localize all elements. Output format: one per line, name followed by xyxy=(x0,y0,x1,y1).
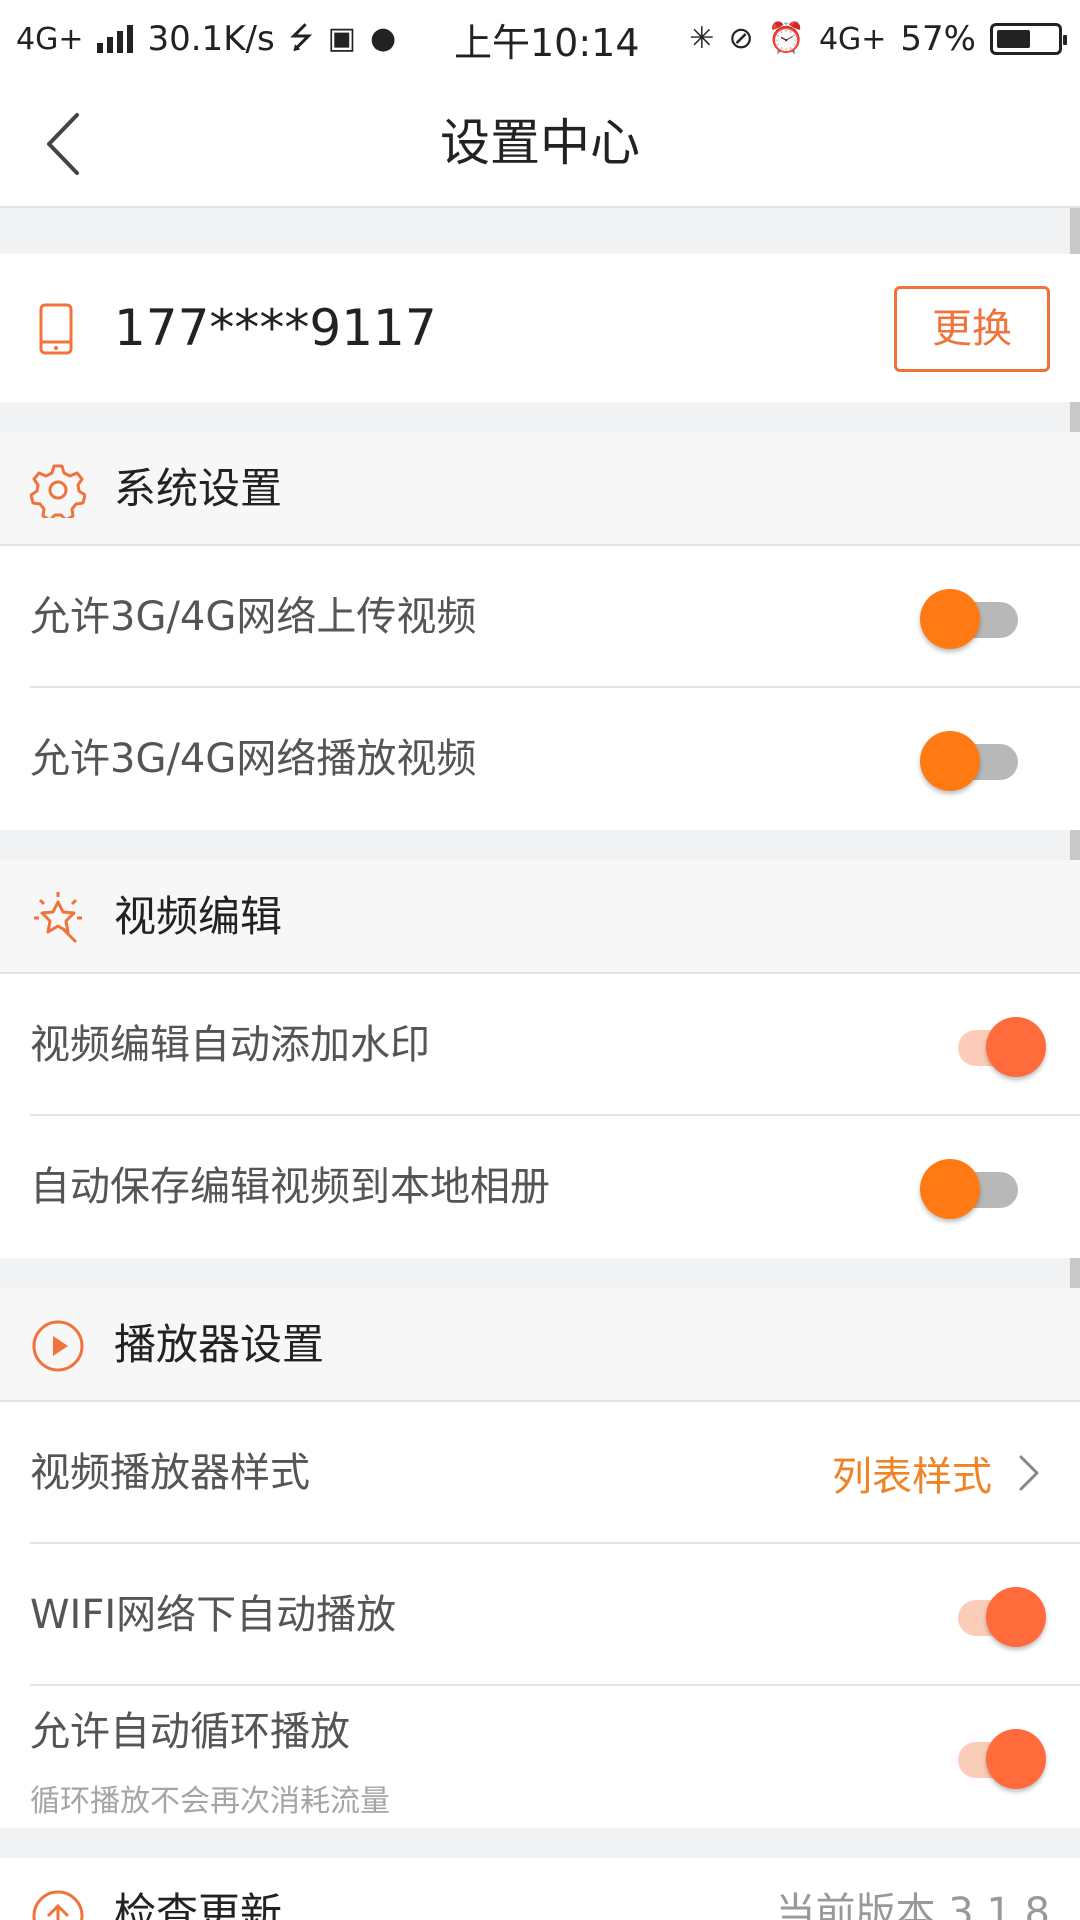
section-title: 播放器设置 xyxy=(114,1320,325,1369)
usb-icon: ⭍ xyxy=(288,21,314,56)
player-style-current: 列表样式 xyxy=(832,1454,992,1500)
network-type-2: 4G+ xyxy=(818,21,887,57)
section-system-settings: 系统设置 xyxy=(0,432,1080,546)
gear-icon xyxy=(30,464,86,518)
setting-label: 视频播放器样式 xyxy=(30,1450,310,1496)
alarm-icon: ⏰ xyxy=(767,21,805,56)
section-title: 检查更新 xyxy=(114,1889,283,1920)
change-phone-button[interactable]: 更换 xyxy=(894,286,1050,372)
nav-bar: 设置中心 xyxy=(0,78,1080,208)
wechat-icon: ● xyxy=(370,21,397,56)
signal-icon xyxy=(97,25,134,53)
setting-row: 视频编辑自动添加水印 xyxy=(0,974,1080,1116)
setting-label: 允许3G/4G网络上传视频 xyxy=(30,594,477,640)
battery-icon xyxy=(990,23,1067,55)
status-left: 4G+ 30.1K/s ⭍ ▣ ● xyxy=(16,0,396,78)
play-4g-toggle[interactable] xyxy=(920,728,1020,791)
network-speed: 30.1K/s xyxy=(147,19,275,59)
check-update-row[interactable]: 检查更新 当前版本 3.1.8 xyxy=(0,1858,1080,1920)
network-type: 4G+ xyxy=(16,21,84,57)
loop-play-toggle[interactable] xyxy=(944,1726,1046,1789)
phone-number: 177****9117 xyxy=(114,299,437,357)
upload-arrow-icon xyxy=(32,1890,84,1920)
magic-wand-icon xyxy=(34,892,82,944)
setting-row: 自动保存编辑视频到本地相册 xyxy=(0,1116,1080,1258)
phone-icon xyxy=(39,303,73,355)
setting-row: 允许3G/4G网络播放视频 xyxy=(0,688,1080,830)
player-style-row[interactable]: 视频播放器样式 列表样式 xyxy=(0,1402,1080,1544)
usb-debug-icon: ▣ xyxy=(327,21,357,56)
battery-percent: 57% xyxy=(900,19,976,59)
section-player-settings: 播放器设置 xyxy=(0,1288,1080,1402)
section-title: 视频编辑 xyxy=(114,892,283,941)
page-title: 设置中心 xyxy=(440,114,640,172)
wifi-autoplay-toggle[interactable] xyxy=(944,1584,1046,1647)
status-time: 上午10:14 xyxy=(454,20,640,65)
section-title: 系统设置 xyxy=(114,464,283,513)
setting-label: 允许自动循环播放 xyxy=(30,1709,350,1755)
watermark-toggle[interactable] xyxy=(944,1014,1046,1077)
mute-icon: ⊘ xyxy=(728,21,754,56)
setting-label: 允许3G/4G网络播放视频 xyxy=(30,736,477,782)
chevron-right-icon xyxy=(1019,1455,1039,1491)
status-bar: 4G+ 30.1K/s ⭍ ▣ ● 上午10:14 ✳ ⊘ ⏰ 4G+ 57% xyxy=(0,0,1080,78)
section-video-edit: 视频编辑 xyxy=(0,860,1080,974)
current-version: 当前版本 3.1.8 xyxy=(775,1890,1051,1920)
upload-4g-toggle[interactable] xyxy=(920,586,1020,649)
setting-label: 视频编辑自动添加水印 xyxy=(30,1022,430,1068)
setting-row: WIFI网络下自动播放 xyxy=(0,1544,1080,1686)
save-to-album-toggle[interactable] xyxy=(920,1156,1020,1219)
setting-row: 允许自动循环播放 循环播放不会再次消耗流量 xyxy=(0,1686,1080,1828)
status-right: ✳ ⊘ ⏰ 4G+ 57% xyxy=(689,0,1067,78)
setting-label: 自动保存编辑视频到本地相册 xyxy=(30,1164,550,1210)
setting-label: WIFI网络下自动播放 xyxy=(30,1592,397,1638)
player-style-value[interactable]: 列表样式 xyxy=(832,1402,1040,1544)
setting-row: 允许3G/4G网络上传视频 xyxy=(0,546,1080,688)
play-circle-icon xyxy=(32,1320,84,1372)
account-row: 177****9117 更换 xyxy=(0,254,1080,402)
setting-sublabel: 循环播放不会再次消耗流量 xyxy=(30,1784,390,1819)
bluetooth-icon: ✳ xyxy=(689,21,715,56)
